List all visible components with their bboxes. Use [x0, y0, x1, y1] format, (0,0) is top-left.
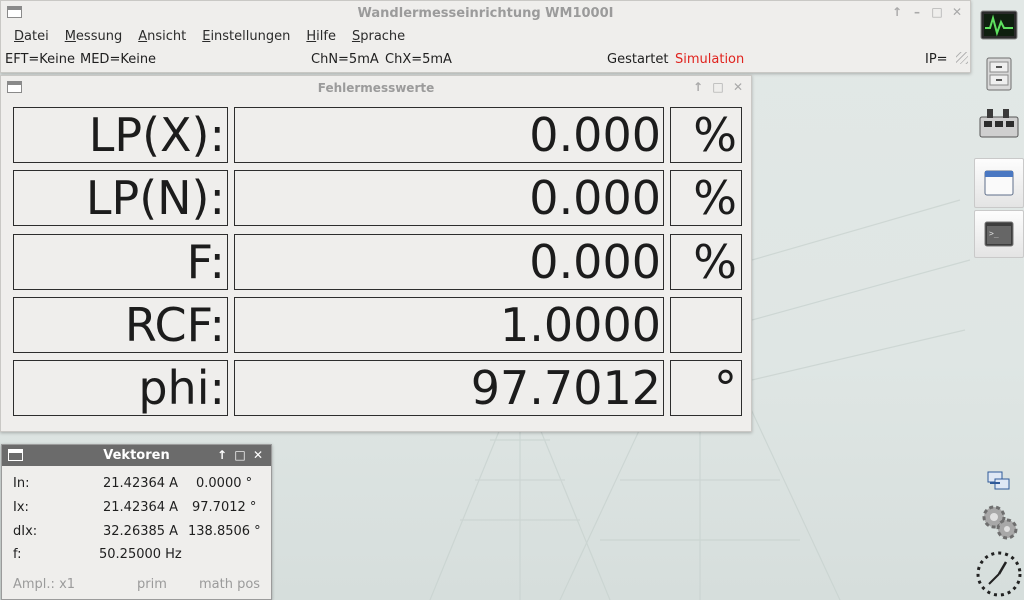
settings-button[interactable]: [974, 500, 1024, 544]
window-menu-icon[interactable]: [8, 449, 23, 461]
error-unit: %: [670, 234, 742, 290]
keep-above-icon[interactable]: ↑: [691, 80, 705, 94]
network-button[interactable]: [974, 104, 1024, 144]
vectors-window-title: Vektoren: [103, 448, 170, 463]
window-menu-icon[interactable]: [7, 81, 22, 93]
angle-mode-label: math pos: [199, 577, 261, 592]
vector-name: In:: [13, 476, 30, 491]
vector-amplitude: 21.42364 A: [103, 476, 179, 491]
clock-icon: [976, 551, 1022, 597]
system-monitor-button[interactable]: [974, 6, 1024, 44]
vectors-window-titlebar[interactable]: Vektoren ↑ □ ✕: [2, 445, 271, 466]
error-value: 0.000: [234, 107, 664, 163]
error-unit: %: [670, 170, 742, 226]
error-value: 1.0000: [234, 297, 664, 353]
vector-angle: 138.8506 °: [188, 524, 261, 539]
menu-sprache[interactable]: Sprache: [344, 29, 413, 44]
error-unit: %: [670, 107, 742, 163]
vector-amplitude: 21.42364 A: [103, 500, 179, 515]
error-label: F:: [13, 234, 228, 290]
vector-angle: 97.7012 °: [192, 500, 257, 515]
status-med: MED=Keine: [80, 52, 157, 67]
settings-gears-icon: [982, 505, 1018, 540]
error-window-titlebar[interactable]: Fehlermesswerte ↑ □ ✕: [1, 76, 751, 100]
menu-einstellungen[interactable]: Einstellungen: [194, 29, 298, 44]
svg-text:>_: >_: [989, 229, 999, 238]
dock: >_: [974, 0, 1024, 600]
terminal-icon: >_: [984, 221, 1014, 247]
maximize-icon[interactable]: □: [930, 5, 944, 19]
error-unit: °: [670, 360, 742, 416]
close-icon[interactable]: ✕: [731, 80, 745, 94]
status-ip: IP=: [925, 52, 948, 67]
keep-above-icon[interactable]: ↑: [215, 448, 229, 462]
error-value: 0.000: [234, 234, 664, 290]
error-label: LP(X):: [13, 107, 228, 163]
menubar: Datei Messung Ansicht Einstellungen Hilf…: [1, 25, 970, 47]
network-status-icon: [987, 471, 1010, 490]
error-label: phi:: [13, 360, 228, 416]
file-manager-button[interactable]: [974, 54, 1024, 94]
error-label: RCF:: [13, 297, 228, 353]
vector-amplitude: 50.25000 Hz: [99, 547, 182, 562]
menu-messung[interactable]: Messung: [57, 29, 131, 44]
resize-grip[interactable]: [956, 52, 968, 64]
clock-button[interactable]: [974, 550, 1024, 598]
window-menu-icon[interactable]: [7, 6, 22, 18]
error-values-window: Fehlermesswerte ↑ □ ✕ LP(X): 0.000 % LP(…: [0, 75, 752, 432]
vector-angle: 0.0000 °: [196, 476, 253, 491]
menu-hilfe[interactable]: Hilfe: [298, 29, 344, 44]
minimize-icon[interactable]: –: [910, 5, 924, 19]
error-label: LP(N):: [13, 170, 228, 226]
error-value: 0.000: [234, 170, 664, 226]
amplitude-scale-label: Ampl.: x1: [13, 577, 76, 592]
status-chx: ChX=5mA: [385, 52, 452, 67]
file-cabinet-icon: [986, 57, 1012, 91]
vector-name: Ix:: [13, 500, 29, 515]
status-mode: Simulation: [675, 52, 745, 67]
system-monitor-icon: [980, 10, 1018, 40]
close-icon[interactable]: ✕: [950, 5, 964, 19]
menu-ansicht[interactable]: Ansicht: [130, 29, 194, 44]
error-window-title: Fehlermesswerte: [317, 81, 435, 95]
status-eft: EFT=Keine: [5, 52, 76, 67]
statusbar: EFT=Keine MED=Keine ChN=5mA ChX=5mA Gest…: [1, 47, 970, 71]
vector-name: f:: [13, 547, 22, 562]
reference-label: prim: [137, 577, 167, 592]
error-unit: [670, 297, 742, 353]
vector-name: dIx:: [13, 524, 38, 539]
menu-datei[interactable]: Datei: [6, 29, 57, 44]
network-status-button[interactable]: [974, 468, 1024, 494]
vector-amplitude: 32.26385 A: [103, 524, 179, 539]
main-window-title: Wandlermesseinrichtung WM1000I: [357, 5, 614, 21]
network-switch-icon: [979, 109, 1019, 138]
window-icon: [984, 170, 1014, 196]
window-list-button[interactable]: [974, 158, 1024, 208]
close-icon[interactable]: ✕: [251, 448, 265, 462]
maximize-icon[interactable]: □: [711, 80, 725, 94]
error-value: 97.7012: [234, 360, 664, 416]
main-window: Wandlermesseinrichtung WM1000I ↑ – □ ✕ D…: [0, 0, 971, 73]
status-state: Gestartet: [607, 52, 669, 67]
vectors-window: Vektoren ↑ □ ✕ In: 21.42364 A 0.0000 ° I…: [1, 444, 272, 600]
status-chn: ChN=5mA: [311, 52, 379, 67]
main-window-titlebar[interactable]: Wandlermesseinrichtung WM1000I ↑ – □ ✕: [1, 1, 970, 25]
maximize-icon[interactable]: □: [233, 448, 247, 462]
terminal-button[interactable]: >_: [974, 210, 1024, 258]
keep-above-icon[interactable]: ↑: [890, 5, 904, 19]
